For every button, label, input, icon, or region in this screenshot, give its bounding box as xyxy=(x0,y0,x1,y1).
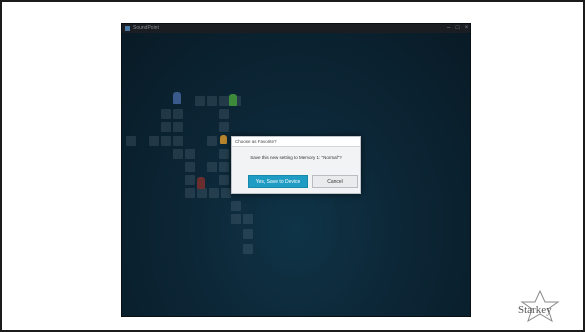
window-title: SoundPoint xyxy=(133,25,159,31)
board-tile xyxy=(207,162,217,172)
board-tile xyxy=(185,162,195,172)
board-tile xyxy=(219,109,229,119)
board-tile xyxy=(219,122,229,132)
board-tile xyxy=(185,149,195,159)
title-bar[interactable]: SoundPoint – □ × xyxy=(122,24,470,33)
player-piece-blue[interactable] xyxy=(173,92,181,104)
board-tile xyxy=(161,109,171,119)
board-tile xyxy=(219,162,229,172)
board-tile xyxy=(219,175,229,185)
board-tile xyxy=(219,149,229,159)
board-tile xyxy=(231,214,241,224)
save-to-device-button[interactable]: Yes, Save to Device xyxy=(248,175,308,188)
dialog-message: Save this new setting to Memory 1: "Norm… xyxy=(250,155,342,160)
board-tile xyxy=(173,136,183,146)
player-piece-orange[interactable] xyxy=(220,135,227,144)
board-tile xyxy=(243,214,253,224)
dialog-title: Choose as Favorite? xyxy=(232,137,360,147)
board-tile xyxy=(207,136,217,146)
favorite-dialog: Choose as Favorite? Save this new settin… xyxy=(231,136,361,194)
cancel-button[interactable]: Cancel xyxy=(312,175,358,188)
board-tile xyxy=(221,188,231,198)
board-tile xyxy=(185,175,195,185)
board-tile xyxy=(161,136,171,146)
board-tile xyxy=(197,188,207,198)
maximize-icon[interactable]: □ xyxy=(453,24,462,33)
board-tile xyxy=(161,122,171,132)
player-piece-red[interactable] xyxy=(197,177,205,189)
board-tile xyxy=(243,229,253,239)
board-tile xyxy=(243,244,253,254)
player-piece-green[interactable] xyxy=(229,94,237,106)
board-tile xyxy=(173,149,183,159)
brand-logo-text: Starkey xyxy=(518,304,552,316)
minimize-icon[interactable]: – xyxy=(444,24,453,33)
app-icon xyxy=(125,26,130,31)
board-tile xyxy=(219,96,229,106)
board-tile xyxy=(209,188,219,198)
board-tile xyxy=(126,136,136,146)
board-tile xyxy=(173,122,183,132)
board-tile xyxy=(185,188,195,198)
board-tile xyxy=(207,96,217,106)
board-tile xyxy=(173,109,183,119)
board-tile xyxy=(149,136,159,146)
close-icon[interactable]: × xyxy=(462,24,470,33)
board-tile xyxy=(195,96,205,106)
board-tile xyxy=(231,201,241,211)
